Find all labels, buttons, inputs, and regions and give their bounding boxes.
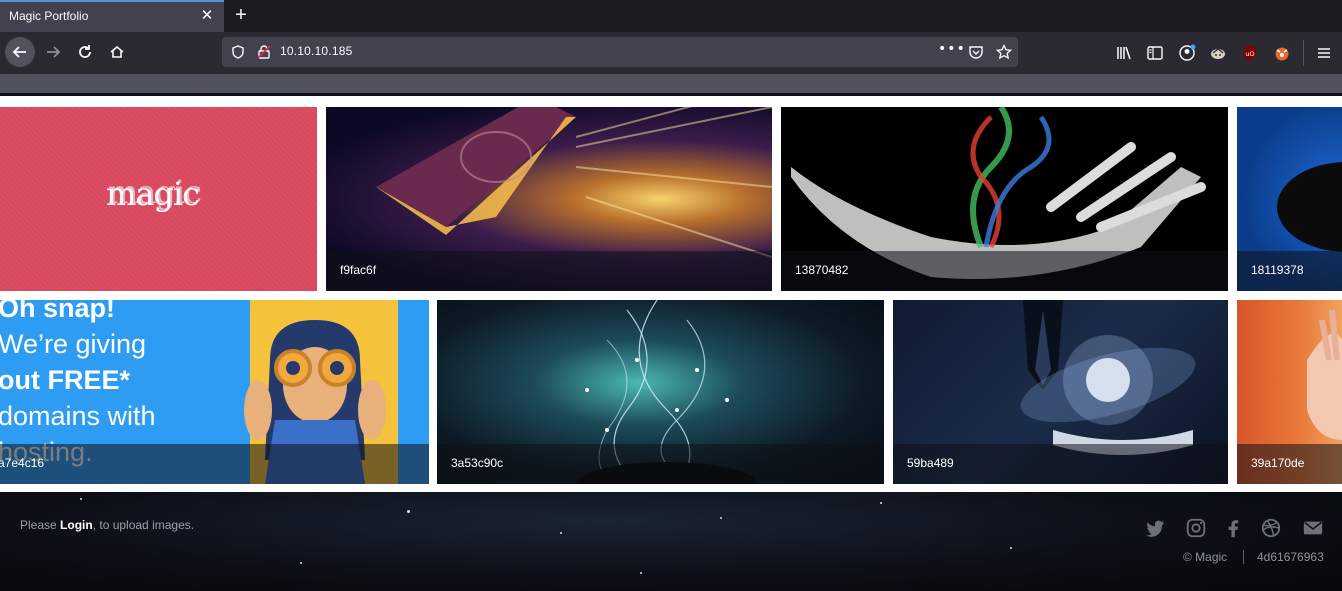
pocket-icon[interactable]: [968, 44, 984, 60]
star: [1010, 547, 1012, 549]
logo-tile[interactable]: magic: [0, 107, 317, 291]
tile-caption: 59ba489: [893, 444, 1228, 484]
gallery-row-1: magic f9fac6f 13870482 18119378: [0, 107, 1342, 291]
mail-icon: [1303, 521, 1323, 535]
arrow-right-icon: [47, 46, 61, 58]
twitter-icon: [1145, 520, 1165, 537]
home-button[interactable]: [102, 37, 132, 67]
url-text[interactable]: 10.10.10.185: [280, 44, 352, 58]
svg-text:uO: uO: [1245, 50, 1254, 58]
forward-button[interactable]: [38, 37, 68, 67]
login-prefix: Please: [20, 518, 61, 532]
url-bar[interactable]: 10.10.10.185 •••: [222, 37, 1018, 67]
caption-text: 3a53c90c: [451, 456, 504, 470]
star: [300, 562, 302, 564]
browser-tab-bar: Magic Portfolio ✕ +: [0, 0, 1342, 32]
caption-text: 13870482: [795, 263, 849, 277]
extension-button-1[interactable]: [1207, 42, 1229, 64]
mail-link[interactable]: [1302, 517, 1324, 539]
navigation-toolbar: 10.10.10.185 ••• uO: [0, 32, 1342, 74]
reload-button[interactable]: [70, 37, 100, 67]
star: [80, 498, 82, 500]
foxyproxy-icon: [1275, 47, 1289, 61]
tile-caption: 3a53c90c: [437, 444, 884, 484]
menu-button[interactable]: [1313, 42, 1335, 64]
gallery-tile[interactable]: 39a170de: [1237, 300, 1342, 484]
toolbar-divider: [1303, 40, 1304, 66]
footer-hash: 4d61676963: [1257, 550, 1324, 564]
library-button[interactable]: [1113, 42, 1135, 64]
account-button[interactable]: [1176, 42, 1198, 64]
gallery-tile[interactable]: f9fac6f: [326, 107, 772, 291]
bookmark-star-icon[interactable]: [996, 44, 1012, 60]
account-icon: [1179, 44, 1196, 61]
insecure-lock-icon[interactable]: [256, 44, 272, 60]
reload-icon: [79, 45, 91, 58]
shield-icon[interactable]: [230, 44, 246, 60]
facebook-link[interactable]: [1222, 517, 1244, 539]
gallery-tile[interactable]: 59ba489: [893, 300, 1228, 484]
star: [880, 502, 882, 504]
hamburger-menu-icon: [1318, 48, 1330, 58]
sidebar-button[interactable]: [1144, 42, 1166, 64]
tile-caption: 39a170de: [1237, 444, 1342, 484]
caption-text: a7e4c16: [0, 456, 45, 470]
new-tab-button[interactable]: +: [230, 3, 252, 27]
twitter-link[interactable]: [1144, 517, 1166, 539]
page-actions-icon[interactable]: •••: [938, 41, 966, 57]
home-icon: [110, 45, 124, 58]
back-button[interactable]: [5, 37, 35, 67]
gallery-tile[interactable]: 3a53c90c: [437, 300, 884, 484]
gallery-tile[interactable]: 13870482: [781, 107, 1228, 291]
footer-divider: [1243, 550, 1244, 564]
login-suffix: , to upload images.: [92, 518, 195, 532]
page-content: magic f9fac6f 13870482 18119378 Oh snap!…: [0, 96, 1342, 591]
sidebar-icon: [1147, 46, 1163, 60]
tab-close-icon[interactable]: ✕: [198, 6, 216, 24]
extension-button-2[interactable]: [1271, 42, 1293, 64]
toolbar-bottom-strip: [0, 74, 1342, 96]
site-footer: Please Login, to upload images. © Magic …: [0, 492, 1342, 591]
magic-logo: magic: [106, 175, 200, 213]
login-note: Please Login, to upload images.: [20, 518, 194, 532]
instagram-icon: [1186, 518, 1206, 538]
library-icon: [1117, 46, 1131, 60]
ublock-button[interactable]: uO: [1239, 42, 1261, 64]
star: [407, 510, 410, 513]
facebook-icon: [1228, 520, 1239, 538]
caption-text: 18119378: [1251, 263, 1304, 277]
browser-tab[interactable]: Magic Portfolio ✕: [0, 0, 224, 32]
tile-caption: 13870482: [781, 251, 1228, 291]
tile-caption: a7e4c16: [0, 444, 429, 484]
gallery-tile[interactable]: Oh snap! We’re giving out FREE* domains …: [0, 300, 429, 484]
caption-text: 59ba489: [907, 456, 954, 470]
tab-title: Magic Portfolio: [9, 9, 89, 23]
star: [720, 517, 722, 519]
dribbble-link[interactable]: [1260, 517, 1282, 539]
caption-text: 39a170de: [1251, 456, 1305, 470]
tile-caption: 18119378: [1237, 251, 1342, 291]
caption-text: f9fac6f: [340, 263, 377, 277]
dribbble-icon: [1261, 518, 1281, 538]
cookie-extension-icon: [1211, 48, 1225, 59]
star: [640, 572, 642, 574]
star: [560, 532, 562, 534]
arrow-left-icon: [12, 46, 26, 58]
copyright-text: © Magic: [1183, 550, 1228, 564]
gallery-tile[interactable]: 18119378: [1237, 107, 1342, 291]
login-link[interactable]: Login: [60, 518, 93, 532]
instagram-link[interactable]: [1185, 517, 1207, 539]
ublock-origin-icon: uO: [1244, 45, 1256, 61]
gallery-row-2: Oh snap! We’re giving out FREE* domains …: [0, 300, 1342, 484]
tile-caption: f9fac6f: [326, 251, 772, 291]
